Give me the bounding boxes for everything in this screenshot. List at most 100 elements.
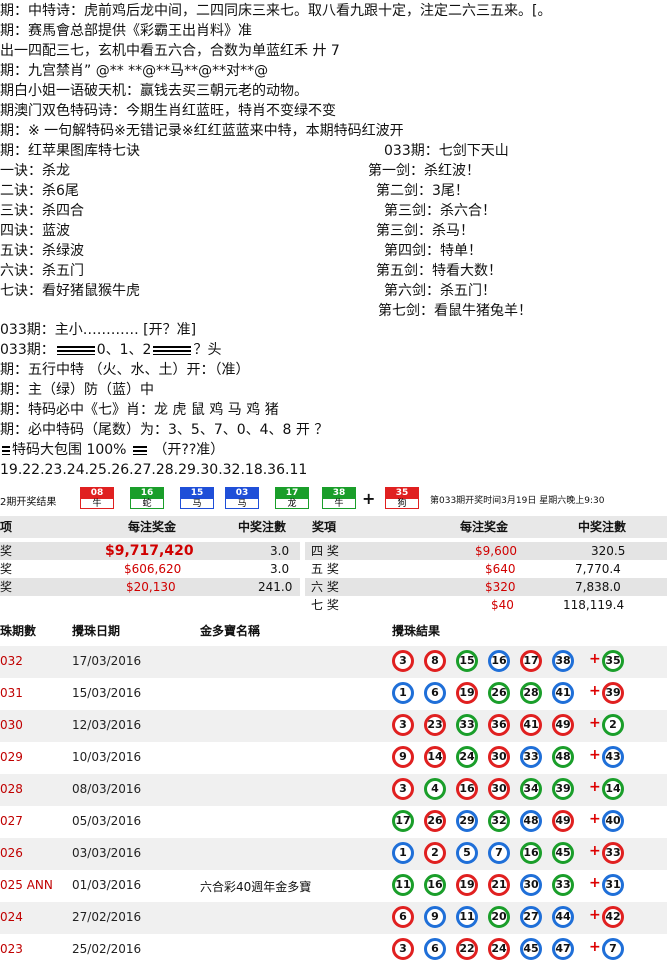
lottery-ball: 30 xyxy=(520,874,542,896)
draw-row: 031 15/03/2016 1 6 19 26 28 41 +39 xyxy=(0,678,667,710)
draw-number: 032 xyxy=(0,654,23,668)
lottery-ball: 26 xyxy=(488,682,510,704)
plus-icon: + xyxy=(362,489,376,508)
special-ball: 39 xyxy=(602,682,624,704)
draw-number: 030 xyxy=(0,718,23,732)
lottery-ball: 3 xyxy=(392,938,414,960)
prediction-line: 期：※ 一句解特码※无错记录※红红蓝蓝来中特，本期特码红波开 xyxy=(0,123,404,139)
line-prefix: 特码大包围 100% xyxy=(12,442,127,458)
draw-row: 027 05/03/2016 17 26 29 32 48 49 +40 xyxy=(0,806,667,838)
seven-jue-item: 一诀：杀龙 xyxy=(0,163,70,179)
lottery-ball: 30 xyxy=(488,778,510,800)
ball-zodiac: 马 xyxy=(192,499,202,509)
lottery-ball: 41 xyxy=(552,682,574,704)
plus-icon: + xyxy=(589,683,601,699)
bar-glyph xyxy=(153,345,192,355)
draw-row: 029 10/03/2016 9 14 24 30 33 48 +43 xyxy=(0,742,667,774)
prize-amount: $606,620 xyxy=(124,562,182,576)
ball-zodiac: 龙 xyxy=(287,499,297,509)
draw-number: 023 xyxy=(0,942,23,956)
lottery-ball: 8 xyxy=(424,650,446,672)
special-ball: 43 xyxy=(602,746,624,768)
seven-jian-item: 第三剑：杀六合！ xyxy=(384,203,496,219)
special-ball: 14 xyxy=(602,778,624,800)
line-suffix: ？头 xyxy=(193,342,222,358)
draw-number: 027 xyxy=(0,814,23,828)
lottery-ball: 34 xyxy=(520,778,542,800)
lottery-ball: 20 xyxy=(488,906,510,928)
lottery-ball: 21 xyxy=(488,874,510,896)
lottery-ball: 9 xyxy=(424,906,446,928)
lottery-ball: 4 xyxy=(424,778,446,800)
lottery-ball: 3 xyxy=(392,778,414,800)
seven-jian-title: 033期：七剑下天山 xyxy=(384,143,509,159)
line-numbers: 0、1、2 xyxy=(96,342,152,358)
draw-number: 025 ANN xyxy=(0,878,53,892)
lottery-ball: 48 xyxy=(520,810,542,832)
header-count: 中奖注數 xyxy=(238,520,287,534)
prize-name: 四 奖 xyxy=(311,544,339,558)
ball-zodiac: 牛 xyxy=(92,499,102,509)
lottery-ball: 11 xyxy=(392,874,414,896)
special-ball: 35 xyxy=(602,650,624,672)
line-prefix: 033期： xyxy=(0,342,55,358)
lottery-ball: 49 xyxy=(552,810,574,832)
lottery-ball: 41 xyxy=(520,714,542,736)
bar-glyph xyxy=(132,445,147,455)
seven-jian-item: 第六剑：杀五门！ xyxy=(384,283,496,299)
lottery-ball: 16 xyxy=(456,778,478,800)
prize-name: 奖 xyxy=(0,562,13,576)
prize-count: 118,119.4 xyxy=(563,598,625,612)
lottery-ball: 19 xyxy=(456,682,478,704)
draw-number: 026 xyxy=(0,846,23,860)
lottery-ball: 33 xyxy=(552,874,574,896)
lottery-ball: 32 xyxy=(488,810,510,832)
prediction-line: 特码大包围 100% （开??准） xyxy=(0,441,224,459)
prediction-line: 期：必中特码（尾数）为：3、5、7、0、4、8 开 ？ xyxy=(0,422,329,438)
lottery-ball: 1 xyxy=(392,842,414,864)
prize-name: 五 奖 xyxy=(311,562,339,576)
seven-jue-item: 四诀：蓝波 xyxy=(0,223,70,239)
plus-icon: + xyxy=(589,715,601,731)
draw-number: 028 xyxy=(0,782,23,796)
prize-count: 7,770.4 xyxy=(575,562,621,576)
seven-jian-item: 第三剑：杀马！ xyxy=(376,223,474,239)
prediction-line: 期：主（绿）防（蓝）中 xyxy=(0,382,154,398)
prediction-line: 出一四配三七，玄机中看五六合，合数为单蓝红禾 廾 7 xyxy=(0,43,340,59)
ball-zodiac: 狗 xyxy=(397,499,407,509)
draw-date: 03/03/2016 xyxy=(72,846,142,860)
prize-row: 奖 $9,717,420 3.0 xyxy=(0,542,300,560)
prize-count: 3.0 xyxy=(270,544,290,558)
draw-number: 024 xyxy=(0,910,23,924)
lottery-ball: 23 xyxy=(424,714,446,736)
seven-jue-item: 二诀：杀6尾 xyxy=(0,183,79,199)
header-amount: 每注奖金 xyxy=(128,520,177,534)
lottery-ball: 29 xyxy=(456,810,478,832)
draw-date: 05/03/2016 xyxy=(72,814,142,828)
plus-icon: + xyxy=(589,875,601,891)
header-draw-no: 珠期數 xyxy=(0,624,37,638)
draw-row: 025 ANN 01/03/2016 六合彩40週年金多寶 11 16 19 21 30 33 +… xyxy=(0,870,667,902)
lottery-ball: 30 xyxy=(488,746,510,768)
prediction-line: 期：红苹果图库特七诀 xyxy=(0,143,140,159)
draw-date: 12/03/2016 xyxy=(72,718,142,732)
header-count: 中奖注數 xyxy=(578,520,627,534)
lottery-ball: 17 xyxy=(520,650,542,672)
prediction-line: 期：五行中特 （火、水、土）开：（准） xyxy=(0,362,250,378)
draw-date: 27/02/2016 xyxy=(72,910,142,924)
ball-zodiac: 牛 xyxy=(334,499,344,509)
prediction-line: 期：特码必中《七》肖：龙 虎 鼠 鸡 马 鸡 猪 xyxy=(0,402,279,418)
draw-date: 10/03/2016 xyxy=(72,750,142,764)
header-snowball-name: 金多寶名稱 xyxy=(200,624,261,638)
ball-zodiac: 蛇 xyxy=(142,499,152,509)
line-suffix: （开??准） xyxy=(153,442,225,458)
lottery-ball: 47 xyxy=(552,938,574,960)
header-prize: 项 xyxy=(0,520,13,534)
lottery-ball: 9 xyxy=(392,746,414,768)
prize-amount: $9,717,420 xyxy=(105,543,194,559)
ball-number: 16 xyxy=(131,488,163,499)
lottery-ball: 49 xyxy=(552,714,574,736)
prediction-line: 期澳门双色特码诗：今期生肖红蓝旺，特肖不变绿不变 xyxy=(0,103,336,119)
ball-number: 15 xyxy=(181,488,213,499)
draw-number: 029 xyxy=(0,750,23,764)
